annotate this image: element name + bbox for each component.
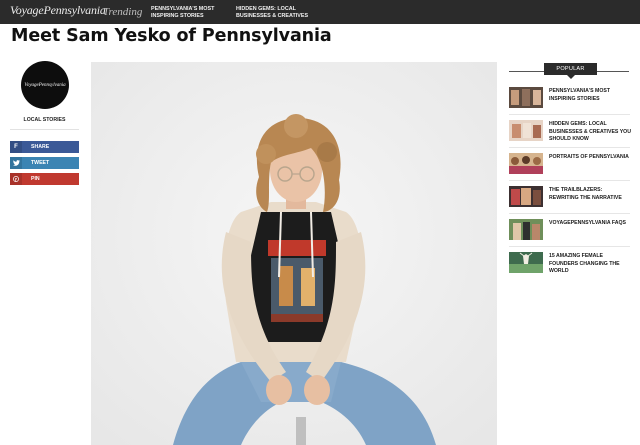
facebook-share-label: SHARE xyxy=(31,144,50,150)
featured-photo xyxy=(91,62,497,445)
popular-thumbnail[interactable] xyxy=(509,153,543,174)
popular-thumbnail[interactable] xyxy=(509,120,543,141)
twitter-icon xyxy=(10,157,22,169)
pinterest-icon xyxy=(10,173,22,185)
facebook-share-button[interactable]: f SHARE xyxy=(10,141,79,153)
popular-thumbnail[interactable] xyxy=(509,87,543,108)
trending-link-hidden-gems[interactable]: HIDDEN GEMS: LOCAL BUSINESSES & CREATIVE… xyxy=(236,6,312,20)
popular-item[interactable]: 15 AMAZING FEMALE FOUNDERS CHANGING THE … xyxy=(509,252,630,274)
popular-item[interactable]: PORTRAITS OF PENNSYLVANIA xyxy=(509,153,630,175)
category-label[interactable]: LOCAL STORIES xyxy=(10,117,79,123)
divider xyxy=(509,114,630,115)
pinterest-share-button[interactable]: PIN xyxy=(10,173,79,185)
twitter-share-label: TWEET xyxy=(31,160,50,166)
divider xyxy=(509,147,630,148)
author-avatar[interactable]: VoyagePennsylvania xyxy=(21,61,69,109)
divider xyxy=(509,246,630,247)
popular-thumbnail[interactable] xyxy=(509,186,543,207)
divider xyxy=(10,129,79,130)
trending-link-inspiring-stories[interactable]: PENNSYLVANIA'S MOST INSPIRING STORIES xyxy=(151,6,223,20)
twitter-share-button[interactable]: TWEET xyxy=(10,157,79,169)
site-logo[interactable]: VoyagePennsylvania xyxy=(10,3,106,18)
popular-item-title[interactable]: THE TRAILBLAZERS: REWRITING THE NARRATIV… xyxy=(549,187,631,202)
popular-thumbnail[interactable] xyxy=(509,219,543,240)
popular-thumbnail[interactable] xyxy=(509,252,543,273)
popular-item[interactable]: THE TRAILBLAZERS: REWRITING THE NARRATIV… xyxy=(509,186,630,208)
divider xyxy=(509,213,630,214)
popular-heading: POPULAR xyxy=(544,63,597,79)
popular-item-title[interactable]: PORTRAITS OF PENNSYLVANIA xyxy=(549,154,631,162)
popular-item[interactable]: PENNSYLVANIA'S MOST INSPIRING STORIES xyxy=(509,87,630,109)
top-bar: VoyagePennsylvania Trending PENNSYLVANIA… xyxy=(0,0,640,24)
trending-label: Trending xyxy=(103,6,143,18)
article-title: Meet Sam Yesko of Pennsylvania xyxy=(11,26,332,46)
facebook-icon: f xyxy=(10,141,22,153)
divider xyxy=(509,180,630,181)
popular-item-title[interactable]: VOYAGEPENNSYLVANIA FAQS xyxy=(549,220,631,228)
popular-item-title[interactable]: PENNSYLVANIA'S MOST INSPIRING STORIES xyxy=(549,88,631,103)
popular-item-title[interactable]: HIDDEN GEMS: LOCAL BUSINESSES & CREATIVE… xyxy=(549,121,631,144)
avatar-logo-text: VoyagePennsylvania xyxy=(24,82,66,88)
popular-item-title[interactable]: 15 AMAZING FEMALE FOUNDERS CHANGING THE … xyxy=(549,253,631,276)
pinterest-share-label: PIN xyxy=(31,176,40,182)
popular-item[interactable]: HIDDEN GEMS: LOCAL BUSINESSES & CREATIVE… xyxy=(509,120,631,144)
popular-item[interactable]: VOYAGEPENNSYLVANIA FAQS xyxy=(509,219,630,241)
